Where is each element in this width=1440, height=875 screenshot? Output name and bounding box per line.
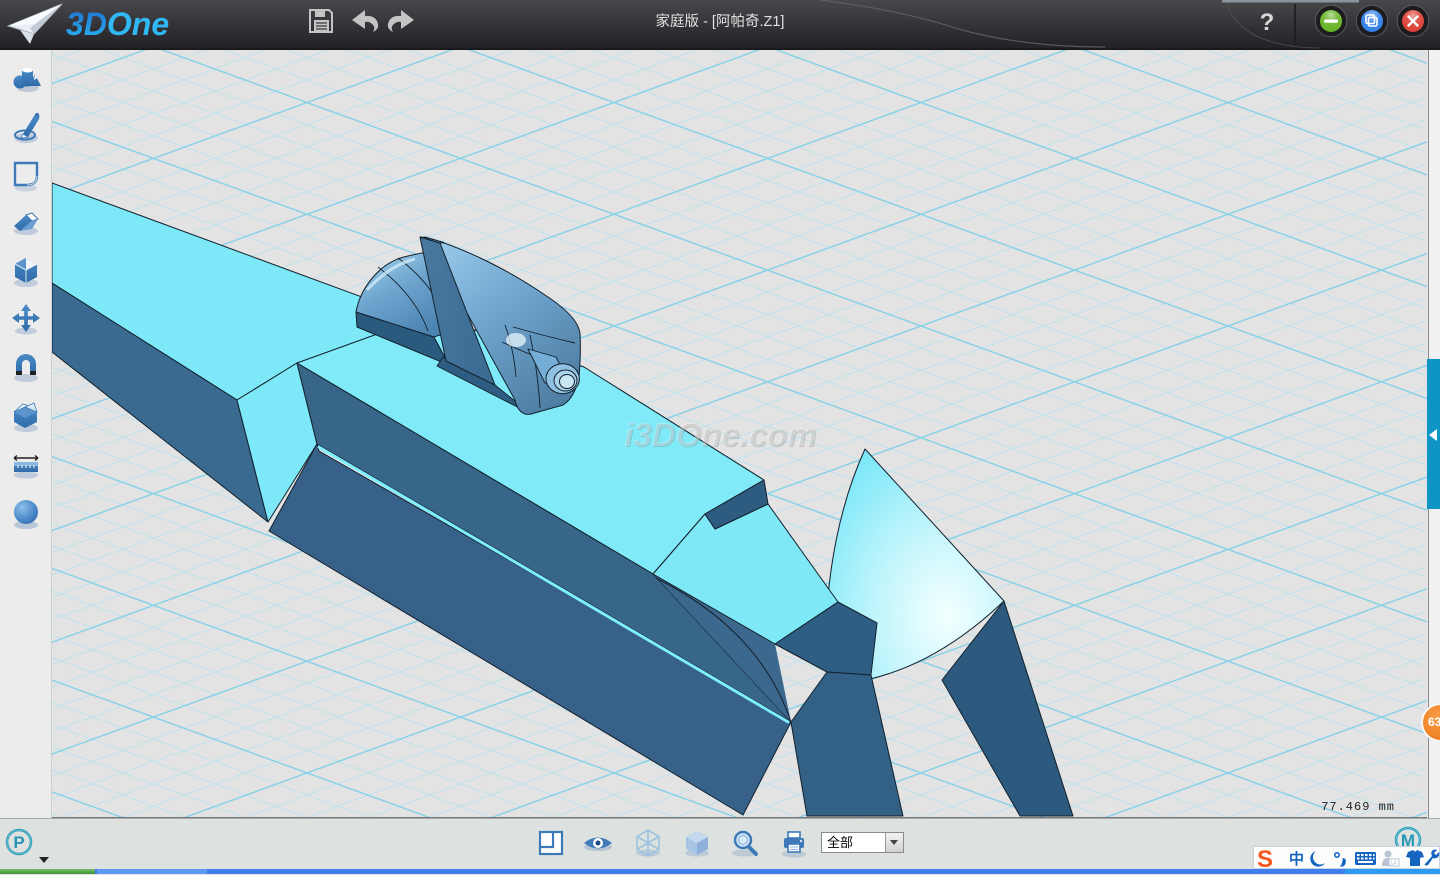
- svg-text:中: 中: [1289, 850, 1304, 868]
- svg-text:i3DOne.com: i3DOne.com: [624, 416, 817, 453]
- svg-text:S: S: [1257, 847, 1273, 870]
- svg-text:3DOne: 3DOne: [66, 6, 169, 42]
- svg-text:家庭版 - [阿帕奇.Z1]: 家庭版 - [阿帕奇.Z1]: [656, 13, 785, 30]
- svg-text:P: P: [13, 833, 24, 852]
- svg-text:14: 14: [1390, 861, 1397, 867]
- svg-text:?: ?: [1260, 9, 1275, 36]
